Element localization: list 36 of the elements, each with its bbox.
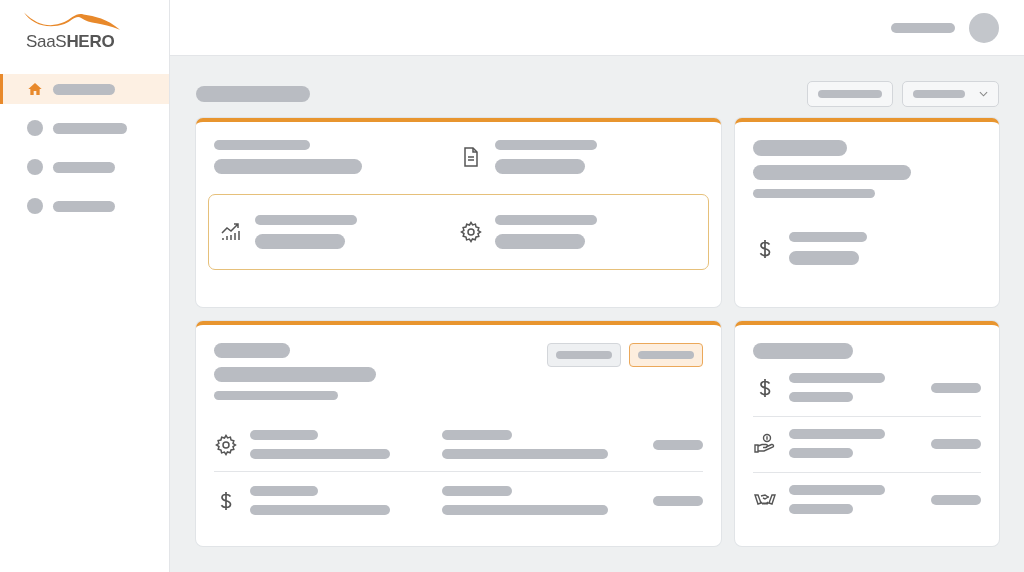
placeholder-bar [53,161,115,173]
placeholder-bar [442,486,512,496]
toolbar-button[interactable] [807,81,893,107]
avatar[interactable] [969,12,999,43]
placeholder-bar [913,90,965,98]
placeholder-bar [653,439,703,450]
home-icon [27,81,43,97]
placeholder-bar [931,438,981,449]
placeholder-bar [556,351,612,359]
toggle-button[interactable] [547,343,621,367]
placeholder-bar [931,382,981,393]
placeholder-bar [442,430,512,440]
sidebar-item[interactable] [0,74,169,104]
settings-icon [458,220,483,244]
dropdown[interactable] [902,81,999,107]
placeholder-bar [789,392,853,402]
placeholder-bar [653,495,703,506]
placeholder-bar [789,251,859,265]
circle-icon [27,198,43,214]
placeholder-bar [789,504,853,514]
circle-icon [27,120,43,136]
placeholder-bar [53,200,115,212]
hand-coin-icon [753,431,777,456]
placeholder-bar [818,90,882,98]
placeholder-bar [789,448,853,458]
placeholder-bar [250,430,318,440]
settings-icon [214,432,238,457]
placeholder-bar [931,494,981,505]
toggle-button[interactable] [629,343,703,367]
circle-icon [27,159,43,175]
logo-text: SaaSHERO [26,32,116,52]
caret-icon [979,91,988,97]
placeholder-bar [638,351,694,359]
placeholder-bar [250,486,318,496]
placeholder-bar [53,83,115,95]
placeholder-bar [891,22,955,33]
